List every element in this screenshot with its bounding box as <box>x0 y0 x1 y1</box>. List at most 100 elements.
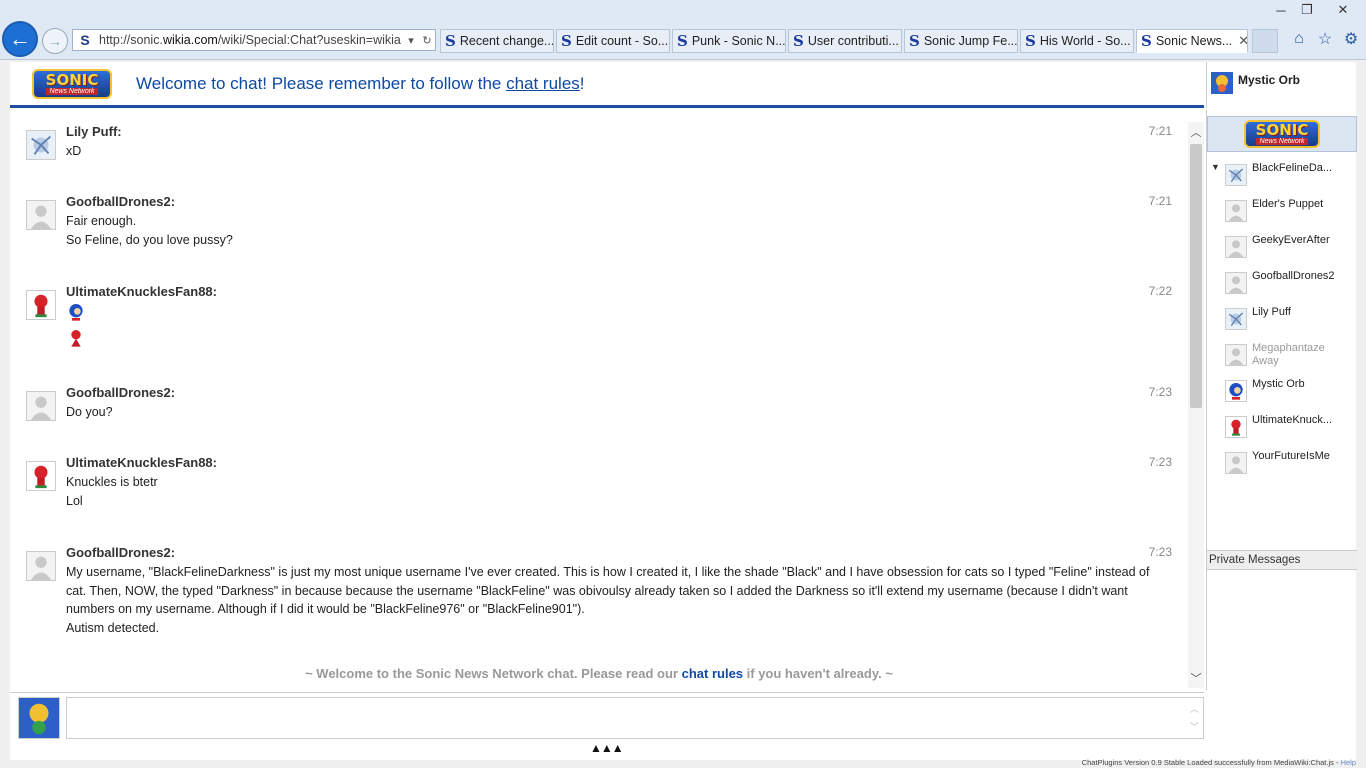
message-line: So Feline, do you love pussy? <box>66 232 233 247</box>
user-list-name: UltimateKnuck... <box>1252 414 1333 426</box>
logo-subtitle: News Network <box>46 87 98 95</box>
browser-tab[interactable]: S Recent change... <box>440 29 554 53</box>
message-username[interactable]: GoofballDrones2: <box>66 545 175 560</box>
message-avatar[interactable] <box>26 551 56 581</box>
message-body <box>66 302 1170 354</box>
message-input-bar: ︿ ﹀ <box>10 692 1204 740</box>
message-body: Do you? <box>66 403 1170 422</box>
system-chat-rules-link[interactable]: chat rules <box>682 666 743 681</box>
maximize-icon[interactable]: ❐ <box>1294 0 1320 20</box>
user-list-item[interactable]: Lily Puff <box>1225 306 1355 342</box>
user-avatar <box>1211 72 1233 94</box>
message-line: My username, "BlackFelineDarkness" is ju… <box>66 565 1150 617</box>
scrollbar-thumb[interactable] <box>1190 144 1202 408</box>
current-user[interactable]: Mystic Orb <box>1206 62 1356 108</box>
favorites-star-icon[interactable]: ☆ <box>1316 30 1334 48</box>
refresh-icon[interactable]: ↻ <box>419 34 435 47</box>
message-timestamp: 7:22 <box>1148 284 1172 298</box>
user-list-item[interactable]: BlackFelineDa... <box>1225 162 1355 198</box>
message-username[interactable]: UltimateKnucklesFan88: <box>66 455 217 470</box>
new-tab-button[interactable] <box>1252 29 1278 53</box>
scroll-up-icon[interactable]: ︿ <box>1188 124 1204 140</box>
address-dropdown-icon[interactable]: ▾ <box>403 34 419 47</box>
site-favicon-icon: S <box>80 32 90 48</box>
tab-label: Sonic Jump Fe... <box>923 34 1018 48</box>
user-list-avatar <box>1225 416 1247 438</box>
help-link[interactable]: Help <box>1341 758 1356 767</box>
user-list-name: Megaphantaze Away <box>1252 342 1325 367</box>
rail-header[interactable]: SONIC News Network <box>1207 116 1357 152</box>
minimize-icon[interactable]: ─ <box>1268 0 1294 20</box>
user-list-name: Mystic Orb <box>1252 378 1305 390</box>
user-list-avatar <box>1225 200 1247 222</box>
address-bar[interactable]: S http://sonic.wikia.com/wiki/Special:Ch… <box>72 29 436 51</box>
collapse-arrow-icon[interactable]: ▼ <box>1211 162 1220 172</box>
user-list-item[interactable]: UltimateKnuck... <box>1225 414 1355 450</box>
browser-tab[interactable]: S His World - So... <box>1020 29 1134 53</box>
message-avatar[interactable] <box>26 391 56 421</box>
user-list-avatar <box>1225 380 1247 402</box>
close-window-icon[interactable]: ✕ <box>1320 0 1366 20</box>
user-list-avatar <box>1225 272 1247 294</box>
browser-tab[interactable]: S User contributi... <box>788 29 902 53</box>
browser-tab[interactable]: S Edit count - So... <box>556 29 670 53</box>
tab-label: Edit count - So... <box>575 34 669 48</box>
message-username[interactable]: GoofballDrones2: <box>66 194 175 209</box>
message-avatar[interactable] <box>26 461 56 491</box>
user-list-item[interactable]: Mystic Orb <box>1225 378 1355 414</box>
settings-gear-icon[interactable]: ⚙ <box>1342 30 1360 48</box>
browser-tab[interactable]: S Punk - Sonic N... <box>672 29 786 53</box>
user-list: BlackFelineDa... Elder's Puppet GeekyEverA… <box>1225 162 1355 486</box>
user-list-item[interactable]: Megaphantaze Away <box>1225 342 1355 378</box>
scroll-down-icon[interactable]: ﹀ <box>1188 670 1204 686</box>
input-scrollbar[interactable]: ︿ ﹀ <box>1190 700 1199 736</box>
user-list-avatar <box>1225 344 1247 366</box>
tab-strip: S Recent change... S Edit count - So... S Pun… <box>440 29 1278 53</box>
message-timestamp: 7:23 <box>1148 385 1172 399</box>
message-username[interactable]: UltimateKnucklesFan88: <box>66 284 217 299</box>
tab-favicon-icon: S <box>1025 32 1036 50</box>
message-line: Autism detected. <box>66 620 160 635</box>
message-avatar[interactable] <box>26 290 56 320</box>
user-list-item[interactable]: GoofballDrones2 <box>1225 270 1355 306</box>
back-button[interactable]: ← <box>2 21 38 57</box>
tab-label: Sonic News... <box>1155 34 1233 48</box>
user-list-name: YourFutureIsMe <box>1252 450 1330 462</box>
user-list-avatar <box>1225 452 1247 474</box>
status-bar: ChatPlugins Version 0.9 Stable Loaded su… <box>1081 758 1356 767</box>
user-list-item[interactable]: YourFutureIsMe <box>1225 450 1355 486</box>
message-username[interactable]: GoofballDrones2: <box>66 385 175 400</box>
message-timestamp: 7:21 <box>1148 194 1172 208</box>
address-url[interactable]: http://sonic.wikia.com/wiki/Special:Chat… <box>99 33 403 47</box>
knuckles-emoticon-icon <box>66 328 86 348</box>
tab-label: His World - So... <box>1039 34 1131 48</box>
browser-tab[interactable]: S Sonic Jump Fe... <box>904 29 1018 53</box>
user-list-avatar <box>1225 308 1247 330</box>
forward-button[interactable]: → <box>42 28 68 54</box>
rail-logo: SONIC News Network <box>1244 120 1320 148</box>
chat-scrollbar[interactable]: ︿ ﹀ <box>1188 122 1204 688</box>
private-messages-header[interactable]: Private Messages <box>1207 550 1357 570</box>
message-avatar[interactable] <box>26 200 56 230</box>
user-list-name: GeekyEverAfter <box>1252 234 1330 246</box>
tab-favicon-icon: S <box>793 32 804 50</box>
user-list-rail: SONIC News Network ▼ BlackFelineDa... Eld… <box>1206 110 1357 690</box>
message-avatar[interactable] <box>26 130 56 160</box>
browser-toolbar: ⌂ ☆ ⚙ <box>1290 30 1360 48</box>
user-list-avatar <box>1225 236 1247 258</box>
sonic-news-network-logo[interactable]: SONIC News Network <box>32 68 112 99</box>
home-icon[interactable]: ⌂ <box>1290 30 1308 48</box>
expand-panel-button[interactable]: ▲▲▲ <box>590 741 624 755</box>
user-list-name: BlackFelineDa... <box>1252 162 1333 174</box>
browser-chrome: ─ ❐ ✕ ← → S http://sonic.wikia.com/wiki/… <box>0 0 1366 60</box>
user-list-item[interactable]: Elder's Puppet <box>1225 198 1355 234</box>
tab-favicon-icon: S <box>1141 32 1152 50</box>
system-welcome-message: ~ Welcome to the Sonic News Network chat… <box>305 666 893 681</box>
close-tab-icon[interactable]: ✕ <box>1238 33 1247 49</box>
chat-rules-link[interactable]: chat rules <box>506 74 580 93</box>
user-list-item[interactable]: GeekyEverAfter <box>1225 234 1355 270</box>
message-line: Fair enough. <box>66 214 137 228</box>
browser-tab[interactable]: SSonic News... ✕ <box>1136 29 1248 53</box>
message-username[interactable]: Lily Puff: <box>66 124 122 139</box>
message-input[interactable]: ︿ ﹀ <box>66 697 1204 739</box>
